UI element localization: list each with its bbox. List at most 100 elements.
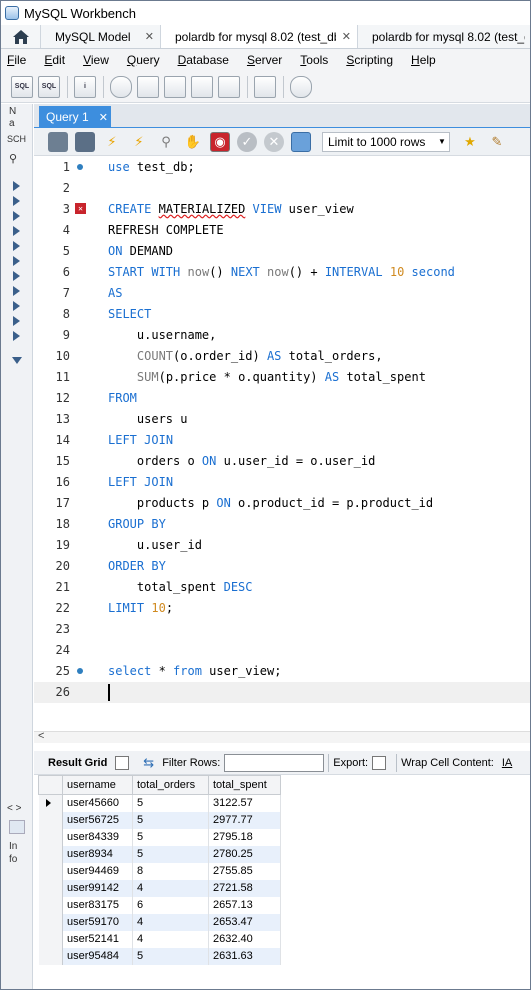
expand-arrow-icon[interactable] xyxy=(13,181,20,191)
search-icon[interactable]: ⚲ xyxy=(9,152,17,165)
cell-total-spent[interactable]: 2977.77 xyxy=(208,811,281,829)
menu-server[interactable]: Server xyxy=(247,53,282,67)
table-row[interactable]: user95484 5 2631.63 xyxy=(38,947,281,965)
cell-username[interactable]: user95484 xyxy=(62,947,133,965)
explain-icon[interactable]: ⚲ xyxy=(156,132,176,152)
stop-icon[interactable]: ✋ xyxy=(183,132,203,152)
cell-username[interactable]: user52141 xyxy=(62,930,133,948)
column-header[interactable]: username xyxy=(62,775,133,795)
row-header[interactable] xyxy=(38,930,63,948)
export-icon[interactable] xyxy=(372,755,387,770)
tab-connection-2[interactable]: polardb for mysql 8.02 (test_db) xyxy=(358,25,530,48)
editor-horizontal-scrollbar[interactable]: < xyxy=(34,730,530,743)
wrap-cell-icon[interactable]: IA xyxy=(502,757,512,769)
table-row[interactable]: user99142 4 2721.58 xyxy=(38,879,281,897)
menu-view[interactable]: View xyxy=(83,53,109,67)
cell-username[interactable]: user83175 xyxy=(62,896,133,914)
row-header[interactable] xyxy=(38,896,63,914)
row-header[interactable] xyxy=(38,947,63,965)
reconnect-icon[interactable] xyxy=(290,75,312,98)
save-file-icon[interactable] xyxy=(75,131,95,152)
column-header[interactable]: total_orders xyxy=(132,775,209,795)
cell-total-spent[interactable]: 2795.18 xyxy=(208,828,281,846)
cell-total-spent[interactable]: 2632.40 xyxy=(208,930,281,948)
collapse-arrow-icon[interactable] xyxy=(12,357,22,364)
expand-arrow-icon[interactable] xyxy=(13,286,20,296)
filter-rows-input[interactable] xyxy=(224,753,325,772)
table-row[interactable]: user52141 4 2632.40 xyxy=(38,930,281,948)
create-procedure-icon[interactable] xyxy=(191,75,213,98)
close-icon[interactable]: ✕ xyxy=(342,30,351,43)
stop-on-error-icon[interactable]: ◉ xyxy=(210,131,230,152)
add-snippet-icon[interactable]: ★ xyxy=(460,132,480,152)
expand-arrow-icon[interactable] xyxy=(13,316,20,326)
cell-total-orders[interactable]: 5 xyxy=(132,828,209,846)
table-row[interactable]: user84339 5 2795.18 xyxy=(38,828,281,846)
cell-total-spent[interactable]: 2721.58 xyxy=(208,879,281,897)
create-function-icon[interactable] xyxy=(218,75,240,98)
table-row[interactable]: user94469 8 2755.85 xyxy=(38,862,281,880)
cell-total-spent[interactable]: 2657.13 xyxy=(208,896,281,914)
expand-arrow-icon[interactable] xyxy=(13,301,20,311)
beautify-icon[interactable]: ✎ xyxy=(487,132,507,152)
menu-file[interactable]: File xyxy=(7,53,26,67)
open-sql-script-icon[interactable]: SQL xyxy=(38,75,60,98)
row-header[interactable] xyxy=(38,879,63,897)
sql-editor[interactable]: 1 use test_db; 2 3 ✕ CREATE MATERIALIZED… xyxy=(34,157,530,731)
expand-arrow-icon[interactable] xyxy=(13,226,20,236)
menu-tools[interactable]: Tools xyxy=(300,53,328,67)
syntax-error-icon[interactable]: ✕ xyxy=(75,203,86,214)
row-header[interactable] xyxy=(38,845,63,863)
cell-total-orders[interactable]: 8 xyxy=(132,862,209,880)
create-table-icon[interactable] xyxy=(137,75,159,98)
menu-scripting[interactable]: Scripting xyxy=(346,53,393,67)
cell-username[interactable]: user45660 xyxy=(62,794,133,812)
cell-username[interactable]: user84339 xyxy=(62,828,133,846)
grid-view-icon[interactable] xyxy=(115,755,130,770)
table-row[interactable]: user45660 5 3122.57 xyxy=(38,794,281,812)
refresh-icon[interactable]: ⇆ xyxy=(143,755,154,771)
cell-total-spent[interactable]: 2653.47 xyxy=(208,913,281,931)
cell-total-spent[interactable]: 2755.85 xyxy=(208,862,281,880)
expand-arrow-icon[interactable] xyxy=(13,271,20,281)
panel-toggle-icon[interactable] xyxy=(9,820,25,834)
autocommit-toggle-icon[interactable] xyxy=(291,131,311,152)
execute-statement-icon[interactable]: ⚡ xyxy=(129,132,149,152)
commit-icon[interactable]: ✓ xyxy=(237,131,257,152)
expand-arrow-icon[interactable] xyxy=(13,211,20,221)
cell-total-orders[interactable]: 5 xyxy=(132,845,209,863)
menu-edit[interactable]: Edit xyxy=(44,53,65,67)
row-header[interactable] xyxy=(38,811,63,829)
column-header[interactable]: total_spent xyxy=(208,775,281,795)
cell-total-orders[interactable]: 6 xyxy=(132,896,209,914)
create-view-icon[interactable] xyxy=(164,75,186,98)
menu-query[interactable]: Query xyxy=(127,53,160,67)
create-schema-icon[interactable] xyxy=(110,75,132,98)
cell-username[interactable]: user8934 xyxy=(62,845,133,863)
cell-total-spent[interactable]: 3122.57 xyxy=(208,794,281,812)
expand-arrow-icon[interactable] xyxy=(13,256,20,266)
limit-rows-select[interactable]: Limit to 1000 rows ▼ xyxy=(322,131,450,152)
table-row[interactable]: user8934 5 2780.25 xyxy=(38,845,281,863)
close-icon[interactable]: ✕ xyxy=(99,111,108,124)
cell-total-orders[interactable]: 4 xyxy=(132,913,209,931)
search-table-data-icon[interactable] xyxy=(254,75,276,98)
table-row[interactable]: user83175 6 2657.13 xyxy=(38,896,281,914)
home-tab[interactable] xyxy=(1,25,41,48)
row-header[interactable] xyxy=(38,794,63,812)
cell-total-orders[interactable]: 4 xyxy=(132,930,209,948)
row-header[interactable] xyxy=(38,828,63,846)
tab-query-1[interactable]: Query 1 ✕ xyxy=(39,106,111,128)
table-row[interactable]: user59170 4 2653.47 xyxy=(38,913,281,931)
row-header[interactable] xyxy=(38,913,63,931)
cell-username[interactable]: user59170 xyxy=(62,913,133,931)
cell-total-orders[interactable]: 5 xyxy=(132,794,209,812)
execute-all-icon[interactable]: ⚡ xyxy=(102,132,122,152)
close-icon[interactable]: ✕ xyxy=(145,30,154,43)
result-grid-label[interactable]: Result Grid xyxy=(48,757,107,769)
cell-total-orders[interactable]: 4 xyxy=(132,879,209,897)
tab-mysql-model[interactable]: MySQL Model ✕ xyxy=(41,25,161,48)
menu-help[interactable]: Help xyxy=(411,53,436,67)
scroll-left-icon[interactable]: < xyxy=(38,730,44,742)
expand-arrow-icon[interactable] xyxy=(13,196,20,206)
